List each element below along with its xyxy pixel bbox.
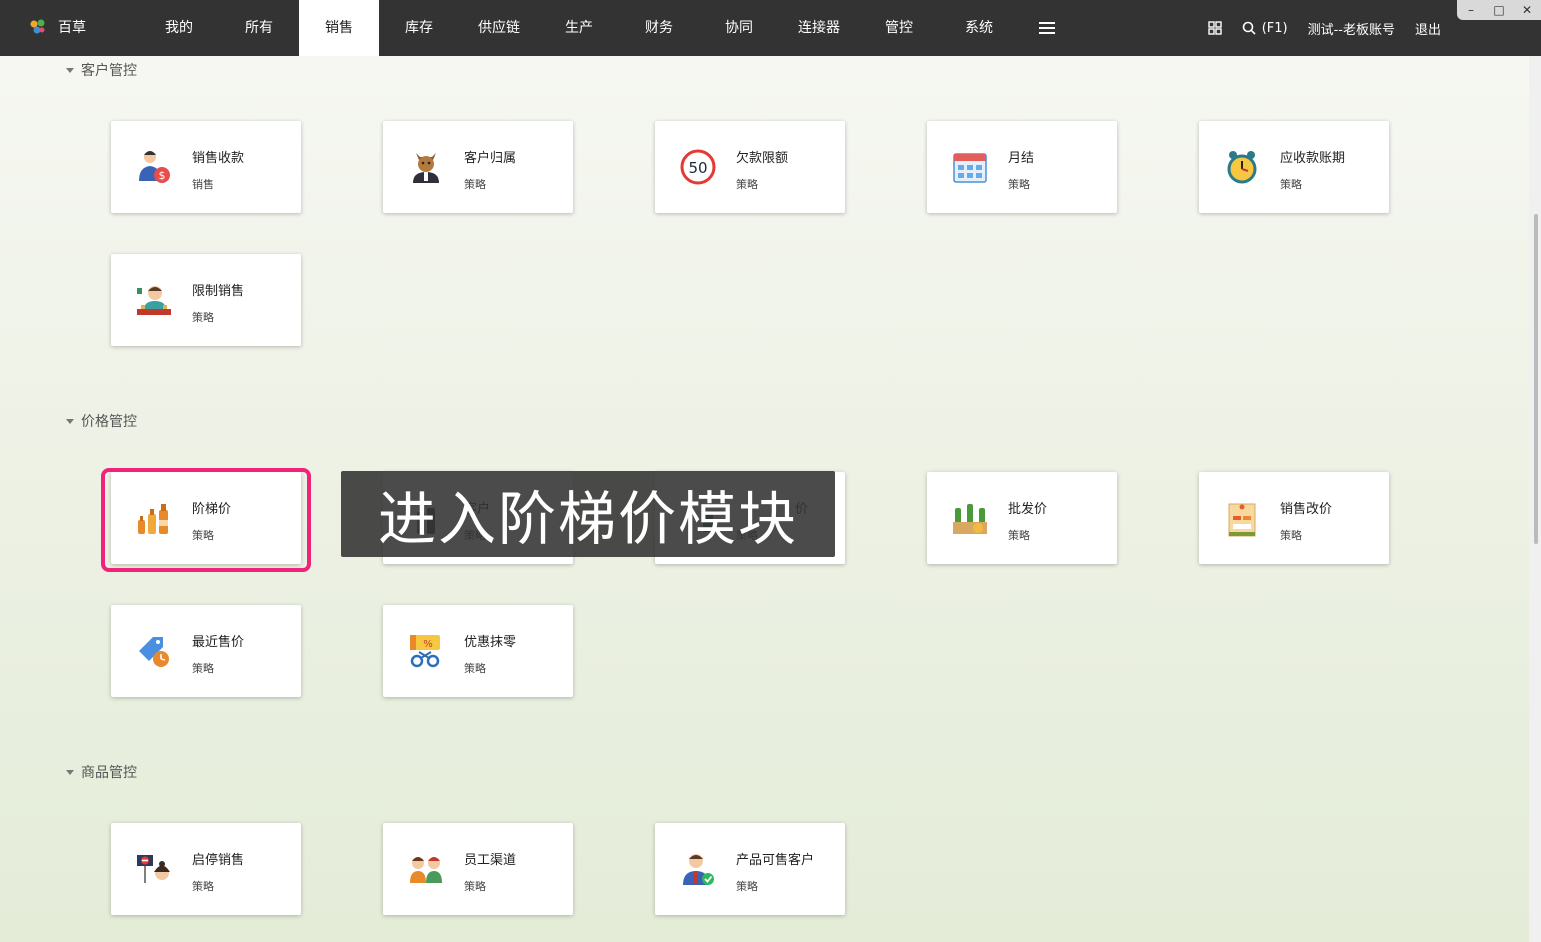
- account-name[interactable]: 测试--老板账号: [1308, 19, 1395, 38]
- card-subtitle: 策略: [736, 880, 758, 893]
- bottles-icon: [138, 504, 168, 534]
- card-monthly-settlement[interactable]: 月结 策略: [927, 121, 1117, 213]
- nav-tab-system[interactable]: 系统: [939, 0, 1019, 56]
- vertical-scrollbar[interactable]: [1529, 56, 1541, 942]
- card-customer-ownership[interactable]: 客户归属 策略: [383, 121, 573, 213]
- scrollbar-thumb[interactable]: [1534, 214, 1538, 544]
- card-title: 应收款账期: [1280, 151, 1346, 166]
- card-subtitle: 销售: [192, 178, 214, 191]
- nav-tab-sales[interactable]: 销售: [299, 0, 379, 56]
- wholesale-bottles-icon: [953, 504, 987, 534]
- card-tiered-price[interactable]: 阶梯价 策略: [111, 472, 301, 564]
- card-subtitle: 策略: [1280, 529, 1302, 542]
- card-wholesale-price[interactable]: 批发价 策略: [927, 472, 1117, 564]
- card-title: 最近售价: [192, 635, 245, 650]
- price-label-icon: [1228, 503, 1256, 537]
- section-header-product[interactable]: 商品管控: [66, 762, 137, 782]
- alarm-clock-icon: [1227, 151, 1257, 184]
- nav-tab-all[interactable]: 所有: [219, 0, 299, 56]
- close-button[interactable]: ✕: [1519, 3, 1535, 17]
- shop-keeper-icon: [137, 286, 171, 315]
- card-discount-rounding[interactable]: % 优惠抹零 策略: [383, 605, 573, 697]
- card-title: 产品可售客户: [736, 853, 815, 868]
- speed-limit-value: 50: [688, 159, 707, 177]
- svg-text:$: $: [159, 169, 166, 182]
- section-title: 客户管控: [81, 63, 137, 79]
- card-subtitle: 策略: [192, 880, 214, 893]
- card-title: 客户归属: [464, 151, 517, 166]
- nav-tab-supply-chain[interactable]: 供应链: [459, 0, 539, 56]
- main-nav: 我的 所有 销售 库存 供应链 生产 财务 协同 连接器 管控 系统: [139, 0, 1019, 56]
- toolbar-right: (F1) 测试--老板账号 退出: [1207, 0, 1441, 56]
- minimize-button[interactable]: –: [1463, 3, 1479, 17]
- nav-tab-production[interactable]: 生产: [539, 0, 619, 56]
- window-controls: – □ ✕: [1457, 0, 1541, 20]
- collapse-caret-icon: [66, 418, 74, 424]
- grid-apps-icon[interactable]: [1207, 21, 1222, 35]
- card-product-sellable-customers[interactable]: 产品可售客户 策略: [655, 823, 845, 915]
- search-icon: [1242, 21, 1256, 35]
- card-start-stop-sales[interactable]: 启停销售 策略: [111, 823, 301, 915]
- businessman-check-icon: [683, 854, 714, 885]
- card-title: 启停销售: [192, 853, 245, 868]
- card-receivable-term[interactable]: 应收款账期 策略: [1199, 121, 1389, 213]
- calendar-icon: [953, 153, 987, 183]
- cashier-person-icon: $: [139, 151, 170, 183]
- app-name: 百草: [58, 20, 86, 36]
- logout-link[interactable]: 退出: [1415, 19, 1441, 38]
- search-shortcut: (F1): [1261, 20, 1288, 36]
- card-restrict-sales[interactable]: 限制销售 策略: [111, 254, 301, 346]
- card-title: 销售改价: [1280, 502, 1333, 517]
- card-sales-price-change[interactable]: 销售改价 策略: [1199, 472, 1389, 564]
- card-subtitle: 策略: [1008, 178, 1030, 191]
- nav-tab-finance[interactable]: 财务: [619, 0, 699, 56]
- card-subtitle: 策略: [736, 178, 758, 191]
- card-title: 员工渠道: [464, 853, 517, 868]
- card-title: 欠款限额: [736, 151, 789, 166]
- stop-sign-person-icon: [137, 855, 170, 883]
- nav-tab-connector[interactable]: 连接器: [779, 0, 859, 56]
- app-logo[interactable]: 百草: [28, 17, 86, 37]
- hamburger-menu-icon[interactable]: [1038, 19, 1056, 37]
- cat-businessman-icon: [413, 153, 439, 183]
- card-title: 批发价: [1008, 502, 1048, 517]
- nav-tab-inventory[interactable]: 库存: [379, 0, 459, 56]
- nav-tab-collaboration[interactable]: 协同: [699, 0, 779, 56]
- section-header-customer[interactable]: 客户管控: [66, 60, 137, 80]
- card-title: 销售收款: [192, 151, 245, 166]
- section-header-price[interactable]: 价格管控: [66, 411, 137, 431]
- instruction-caption: 进入阶梯价模块: [341, 471, 835, 557]
- card-sales-receipt[interactable]: $ 销售收款 销售: [111, 121, 301, 213]
- svg-text:%: %: [423, 639, 433, 650]
- card-subtitle: 策略: [192, 662, 214, 675]
- card-recent-price[interactable]: 最近售价 策略: [111, 605, 301, 697]
- card-title: 月结: [1008, 151, 1035, 166]
- price-tag-clock-icon: [139, 637, 169, 667]
- card-title: 优惠抹零: [464, 635, 517, 650]
- collapse-caret-icon: [66, 769, 74, 775]
- card-employee-channel[interactable]: 员工渠道 策略: [383, 823, 573, 915]
- card-subtitle: 策略: [1008, 529, 1030, 542]
- two-people-icon: [410, 857, 442, 883]
- card-debt-limit[interactable]: 50 欠款限额 策略: [655, 121, 845, 213]
- top-navigation-bar: 百草 我的 所有 销售 库存 供应链 生产 财务 协同 连接器 管控 系统 (F…: [0, 0, 1541, 56]
- nav-tab-control[interactable]: 管控: [859, 0, 939, 56]
- search-button[interactable]: (F1): [1242, 21, 1288, 36]
- nav-tab-mine[interactable]: 我的: [139, 0, 219, 56]
- card-title: 限制销售: [192, 284, 245, 299]
- section-title: 商品管控: [81, 765, 137, 781]
- section-title: 价格管控: [81, 414, 137, 430]
- card-subtitle: 策略: [464, 662, 486, 675]
- card-subtitle: 策略: [192, 311, 214, 324]
- collapse-caret-icon: [66, 67, 74, 73]
- card-subtitle: 策略: [464, 178, 486, 191]
- card-subtitle: 策略: [1280, 178, 1302, 191]
- speed-limit-sign-icon: 50: [680, 149, 716, 185]
- maximize-button[interactable]: □: [1491, 3, 1507, 17]
- coupon-scissors-icon: %: [410, 635, 440, 668]
- card-subtitle: 策略: [192, 529, 214, 542]
- card-subtitle: 策略: [464, 880, 486, 893]
- card-title: 阶梯价: [192, 502, 232, 517]
- app-logo-icon: [30, 19, 45, 34]
